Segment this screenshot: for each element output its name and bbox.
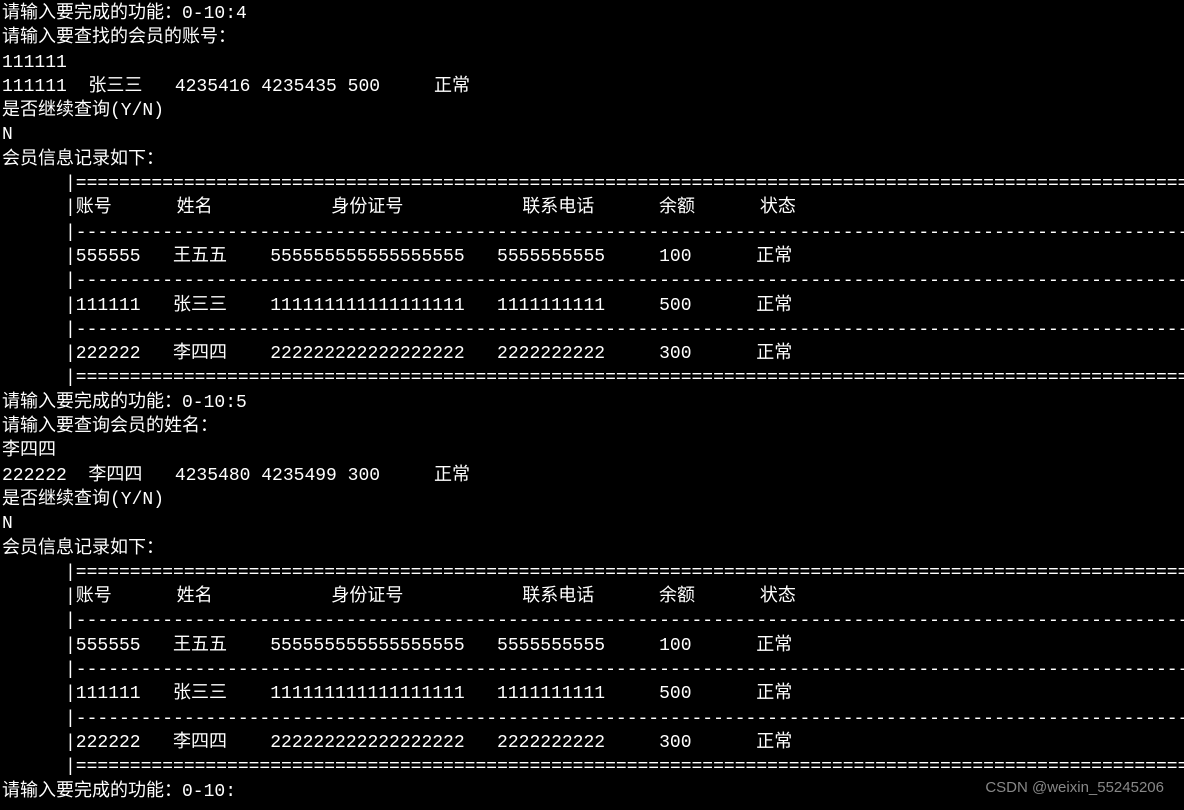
list-header-1: 会员信息记录如下： [2, 148, 1184, 172]
table-divider: |---------------------------------------… [2, 658, 1184, 682]
table-border-bottom-2: |=======================================… [2, 755, 1184, 779]
prompt-search-name: 请输入要查询会员的姓名： [2, 415, 1184, 439]
input-continue-1[interactable]: N [2, 123, 1184, 147]
prompt-continue-1: 是否继续查询(Y/N) [2, 99, 1184, 123]
prompt-func-4: 请输入要完成的功能：0-10:4 [2, 2, 1184, 26]
input-name[interactable]: 李四四 [2, 439, 1184, 463]
search-result-1: 111111 张三三 4235416 4235435 500 正常 [2, 75, 1184, 99]
table-divider: |---------------------------------------… [2, 609, 1184, 633]
table-header-1: |账号 姓名 身份证号 联系电话 余额 状态 [2, 196, 1184, 220]
table-border-top-2: |=======================================… [2, 561, 1184, 585]
table-row: |222222 李四四 222222222222222222 222222222… [2, 342, 1184, 366]
prompt-func-5: 请输入要完成的功能：0-10:5 [2, 391, 1184, 415]
prompt-continue-2: 是否继续查询(Y/N) [2, 488, 1184, 512]
table-divider: |---------------------------------------… [2, 269, 1184, 293]
table-row: |222222 李四四 222222222222222222 222222222… [2, 731, 1184, 755]
input-continue-2[interactable]: N [2, 512, 1184, 536]
search-result-2: 222222 李四四 4235480 4235499 300 正常 [2, 464, 1184, 488]
table-border-bottom-1: |=======================================… [2, 366, 1184, 390]
input-account[interactable]: 111111 [2, 51, 1184, 75]
table-divider: |---------------------------------------… [2, 221, 1184, 245]
table-border-top-1: |=======================================… [2, 172, 1184, 196]
prompt-search-account: 请输入要查找的会员的账号： [2, 26, 1184, 50]
list-header-2: 会员信息记录如下： [2, 537, 1184, 561]
table-row: |111111 张三三 111111111111111111 111111111… [2, 682, 1184, 706]
table-row: |555555 王五五 555555555555555555 555555555… [2, 634, 1184, 658]
table-divider: |---------------------------------------… [2, 707, 1184, 731]
watermark: CSDN @weixin_55245206 [985, 778, 1164, 798]
table-divider: |---------------------------------------… [2, 318, 1184, 342]
table-row: |111111 张三三 111111111111111111 111111111… [2, 294, 1184, 318]
table-row: |555555 王五五 555555555555555555 555555555… [2, 245, 1184, 269]
table-header-2: |账号 姓名 身份证号 联系电话 余额 状态 [2, 585, 1184, 609]
